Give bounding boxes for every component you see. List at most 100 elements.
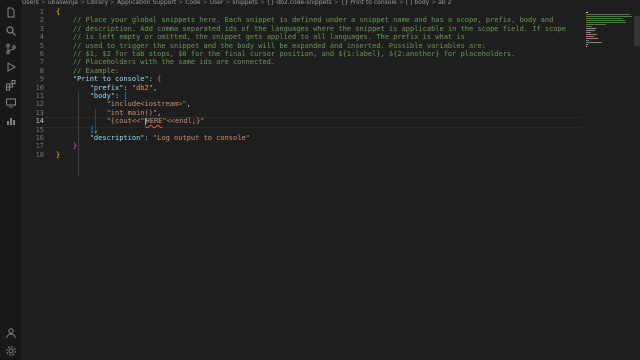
- code-line[interactable]: 7 // Placeholders with the same ids are …: [22, 58, 582, 66]
- code-line[interactable]: 1{: [22, 8, 582, 16]
- code-text[interactable]: // $1, $2 for tab stops, $0 for the fina…: [56, 50, 516, 58]
- remote-explorer-icon[interactable]: [4, 96, 18, 110]
- code-line[interactable]: 17 }: [22, 142, 582, 150]
- code-token: {: [157, 75, 162, 84]
- code-text[interactable]: "body": [: [56, 92, 128, 100]
- code-line[interactable]: 6 // $1, $2 for tab stops, $0 for the fi…: [22, 50, 582, 58]
- code-token: :: [144, 134, 153, 142]
- source-control-icon[interactable]: [4, 42, 18, 56]
- settings-gear-icon[interactable]: [4, 344, 18, 358]
- extensions-icon[interactable]: [4, 78, 18, 92]
- breadcrumb-separator: >: [79, 0, 86, 6]
- breadcrumb-item[interactable]: Application Support: [117, 0, 176, 6]
- code-text[interactable]: // Place your global snippets here. Each…: [56, 16, 553, 24]
- minimap-line: [586, 12, 588, 13]
- code-line[interactable]: 12 "include<iostream>",: [22, 100, 582, 108]
- activity-bar: [0, 0, 23, 360]
- breadcrumb-separator: >: [431, 0, 437, 6]
- code-text[interactable]: // description. Add comma separated ids …: [56, 25, 566, 33]
- code-text[interactable]: "description": "Log output to console": [56, 134, 250, 142]
- code-token: }: [56, 150, 61, 159]
- code-token: ,: [93, 125, 99, 134]
- code-text[interactable]: // used to trigger the snippet and the b…: [56, 42, 486, 50]
- code-line[interactable]: 2 // Place your global snippets here. Ea…: [22, 16, 582, 24]
- code-text[interactable]: "prefix": "db2",: [56, 84, 157, 92]
- breadcrumb-item[interactable]: {} db2.code-snippets: [267, 0, 332, 6]
- breadcrumb-item[interactable]: Users: [22, 0, 39, 6]
- code-token: "description": [89, 134, 145, 142]
- line-number: 3: [39, 24, 44, 33]
- minimap-slider[interactable]: [634, 16, 640, 46]
- breadcrumb-separator: >: [202, 0, 208, 6]
- minimap-line: [586, 16, 632, 17]
- charts-icon[interactable]: [4, 114, 18, 128]
- code-line[interactable]: 15 ],: [22, 126, 582, 134]
- line-number: 13: [35, 108, 44, 117]
- code-token: "Print to console": [72, 75, 149, 84]
- code-text[interactable]: // Example:: [56, 67, 119, 75]
- line-number: 9: [39, 75, 44, 84]
- code-line[interactable]: 3 // description. Add comma separated id…: [22, 25, 582, 33]
- code-line[interactable]: 9 "Print to console": {: [22, 75, 582, 83]
- code-text[interactable]: "int main()",: [56, 108, 162, 117]
- code-line[interactable]: 18}: [22, 151, 582, 159]
- code-line[interactable]: 11 "body": [: [22, 92, 582, 100]
- code-token: "db2": [131, 83, 153, 92]
- code-line[interactable]: 10 "prefix": "db2",: [22, 84, 582, 92]
- code-line[interactable]: 5 // used to trigger the snippet and the…: [22, 42, 582, 50]
- account-icon[interactable]: [4, 326, 18, 340]
- breadcrumb-separator: >: [259, 0, 265, 6]
- search-icon[interactable]: [4, 24, 18, 38]
- minimap-line: [586, 34, 597, 35]
- code-line[interactable]: 8 // Example:: [22, 67, 582, 75]
- breadcrumb-item[interactable]: User: [210, 0, 224, 6]
- breadcrumb-item[interactable]: {} Print to console: [341, 0, 397, 6]
- code-token: "int main()": [106, 108, 158, 117]
- breadcrumb-item[interactable]: Library: [87, 0, 108, 6]
- breadcrumb-item[interactable]: snippets: [232, 0, 257, 6]
- breadcrumb-separator: >: [178, 0, 184, 6]
- minimap-line: [586, 28, 596, 29]
- breadcrumb-item[interactable]: ubaswinja: [48, 0, 78, 6]
- code-text[interactable]: "{cout<<"HERE"<<endl;}": [56, 117, 205, 125]
- code-line[interactable]: 14 "{cout<<"HERE"<<endl;}": [22, 117, 582, 125]
- minimap-line: [586, 26, 592, 27]
- run-debug-icon[interactable]: [4, 60, 18, 74]
- minimap-line: [586, 42, 602, 43]
- code-text[interactable]: {: [56, 8, 60, 16]
- code-text[interactable]: "Print to console": {: [56, 75, 162, 84]
- code-text[interactable]: "include<iostream>",: [56, 100, 191, 108]
- code-token: }: [72, 142, 78, 151]
- minimap[interactable]: [582, 8, 640, 360]
- breadcrumb-separator: >: [40, 0, 46, 6]
- code-token: ,: [152, 83, 158, 92]
- code-text[interactable]: // Placeholders with the same ids are co…: [56, 58, 275, 66]
- code-line[interactable]: 13 "int main()",: [22, 109, 582, 117]
- code-text[interactable]: }: [56, 142, 77, 150]
- code-text[interactable]: ],: [56, 126, 98, 134]
- minimap-line: [586, 40, 589, 41]
- code-token: {: [56, 8, 61, 16]
- breadcrumb-item[interactable]: [ ] body: [406, 0, 429, 6]
- breadcrumb-item[interactable]: ab 2: [438, 0, 451, 6]
- breadcrumb-separator: >: [333, 0, 339, 6]
- files-icon[interactable]: [4, 6, 18, 20]
- minimap-line: [586, 44, 588, 45]
- line-number: 5: [39, 41, 44, 50]
- line-number: 12: [35, 100, 44, 109]
- code-token: "prefix": [89, 83, 124, 92]
- code-editor[interactable]: 1{2 // Place your global snippets here. …: [22, 8, 582, 360]
- code-token: "include<iostream>": [106, 100, 187, 109]
- code-line[interactable]: 16 "description": "Log output to console…: [22, 134, 582, 142]
- code-token: "body": [89, 92, 116, 100]
- code-text[interactable]: // is left empty or omitted, the snippet…: [56, 33, 465, 41]
- code-line[interactable]: 4 // is left empty or omitted, the snipp…: [22, 33, 582, 41]
- breadcrumb-item[interactable]: Code: [185, 0, 200, 6]
- code-text[interactable]: }: [56, 151, 60, 159]
